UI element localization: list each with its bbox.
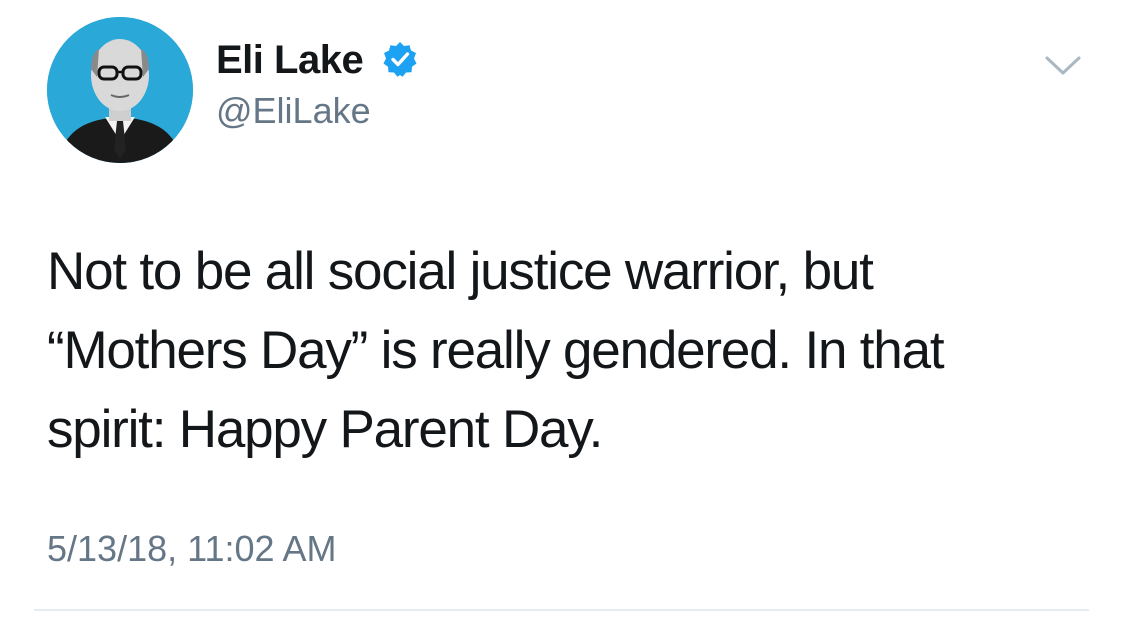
author-handle[interactable]: @EliLake	[216, 89, 371, 133]
avatar-portrait	[47, 17, 193, 163]
avatar[interactable]	[47, 17, 193, 163]
tweet-text: Not to be all social justice warrior, bu…	[47, 242, 945, 459]
divider	[34, 609, 1089, 611]
tweet-card: Eli Lake @EliLake Not to be all social j…	[0, 0, 1124, 623]
verified-badge-icon	[383, 42, 417, 77]
chevron-down-icon[interactable]	[1043, 52, 1083, 80]
tweet-timestamp[interactable]: 5/13/18, 11:02 AM	[47, 527, 337, 571]
author-display-name[interactable]: Eli Lake	[216, 37, 364, 83]
